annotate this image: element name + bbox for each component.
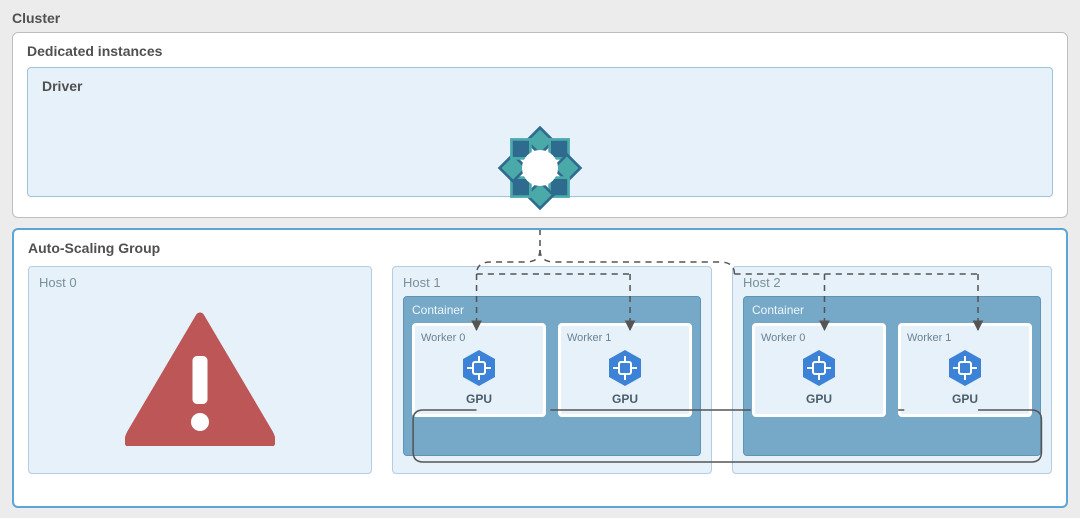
host-2-label: Host 2 [743, 275, 1041, 290]
dedicated-instances-box: Dedicated instances Driver [12, 32, 1068, 218]
host-2-worker-0: Worker 0 GPU [752, 323, 886, 417]
autoscale-group-box: Auto-Scaling Group Host 0 Host 1 Contain… [12, 228, 1068, 508]
hosts-row: Host 0 Host 1 Container Worker 0 [28, 266, 1052, 474]
driver-title: Driver [42, 78, 1038, 94]
warning-triangle-icon [39, 294, 361, 463]
host-2-worker-0-label: Worker 0 [761, 332, 805, 344]
host-1-worker-1: Worker 1 GPU [558, 323, 692, 417]
autoscale-title: Auto-Scaling Group [28, 240, 1052, 256]
host-0-label: Host 0 [39, 275, 361, 290]
cluster-title: Cluster [12, 10, 1068, 26]
host-1-label: Host 1 [403, 275, 701, 290]
container-host-1-label: Container [412, 303, 692, 317]
host-0: Host 0 [28, 266, 372, 474]
cpu-chip-icon [799, 348, 839, 388]
container-host-2-label: Container [752, 303, 1032, 317]
host-1: Host 1 Container Worker 0 GPU Worker 1 [392, 266, 712, 474]
ring-logo-icon [495, 123, 585, 213]
host-2: Host 2 Container Worker 0 GPU Worker 1 [732, 266, 1052, 474]
dedicated-title: Dedicated instances [27, 43, 1053, 59]
cpu-chip-icon [459, 348, 499, 388]
host-1-worker-1-label: Worker 1 [567, 332, 611, 344]
container-host-1: Container Worker 0 GPU Worker 1 [403, 296, 701, 456]
host-2-worker-1-device: GPU [952, 392, 978, 406]
host-2-worker-1-label: Worker 1 [907, 332, 951, 344]
container-host-2: Container Worker 0 GPU Worker 1 [743, 296, 1041, 456]
cpu-chip-icon [605, 348, 645, 388]
host-2-worker-0-device: GPU [806, 392, 832, 406]
host-1-worker-0-device: GPU [466, 392, 492, 406]
host-1-worker-1-device: GPU [612, 392, 638, 406]
host-2-worker-1: Worker 1 GPU [898, 323, 1032, 417]
host-1-worker-0: Worker 0 GPU [412, 323, 546, 417]
cpu-chip-icon [945, 348, 985, 388]
host-1-worker-0-label: Worker 0 [421, 332, 465, 344]
